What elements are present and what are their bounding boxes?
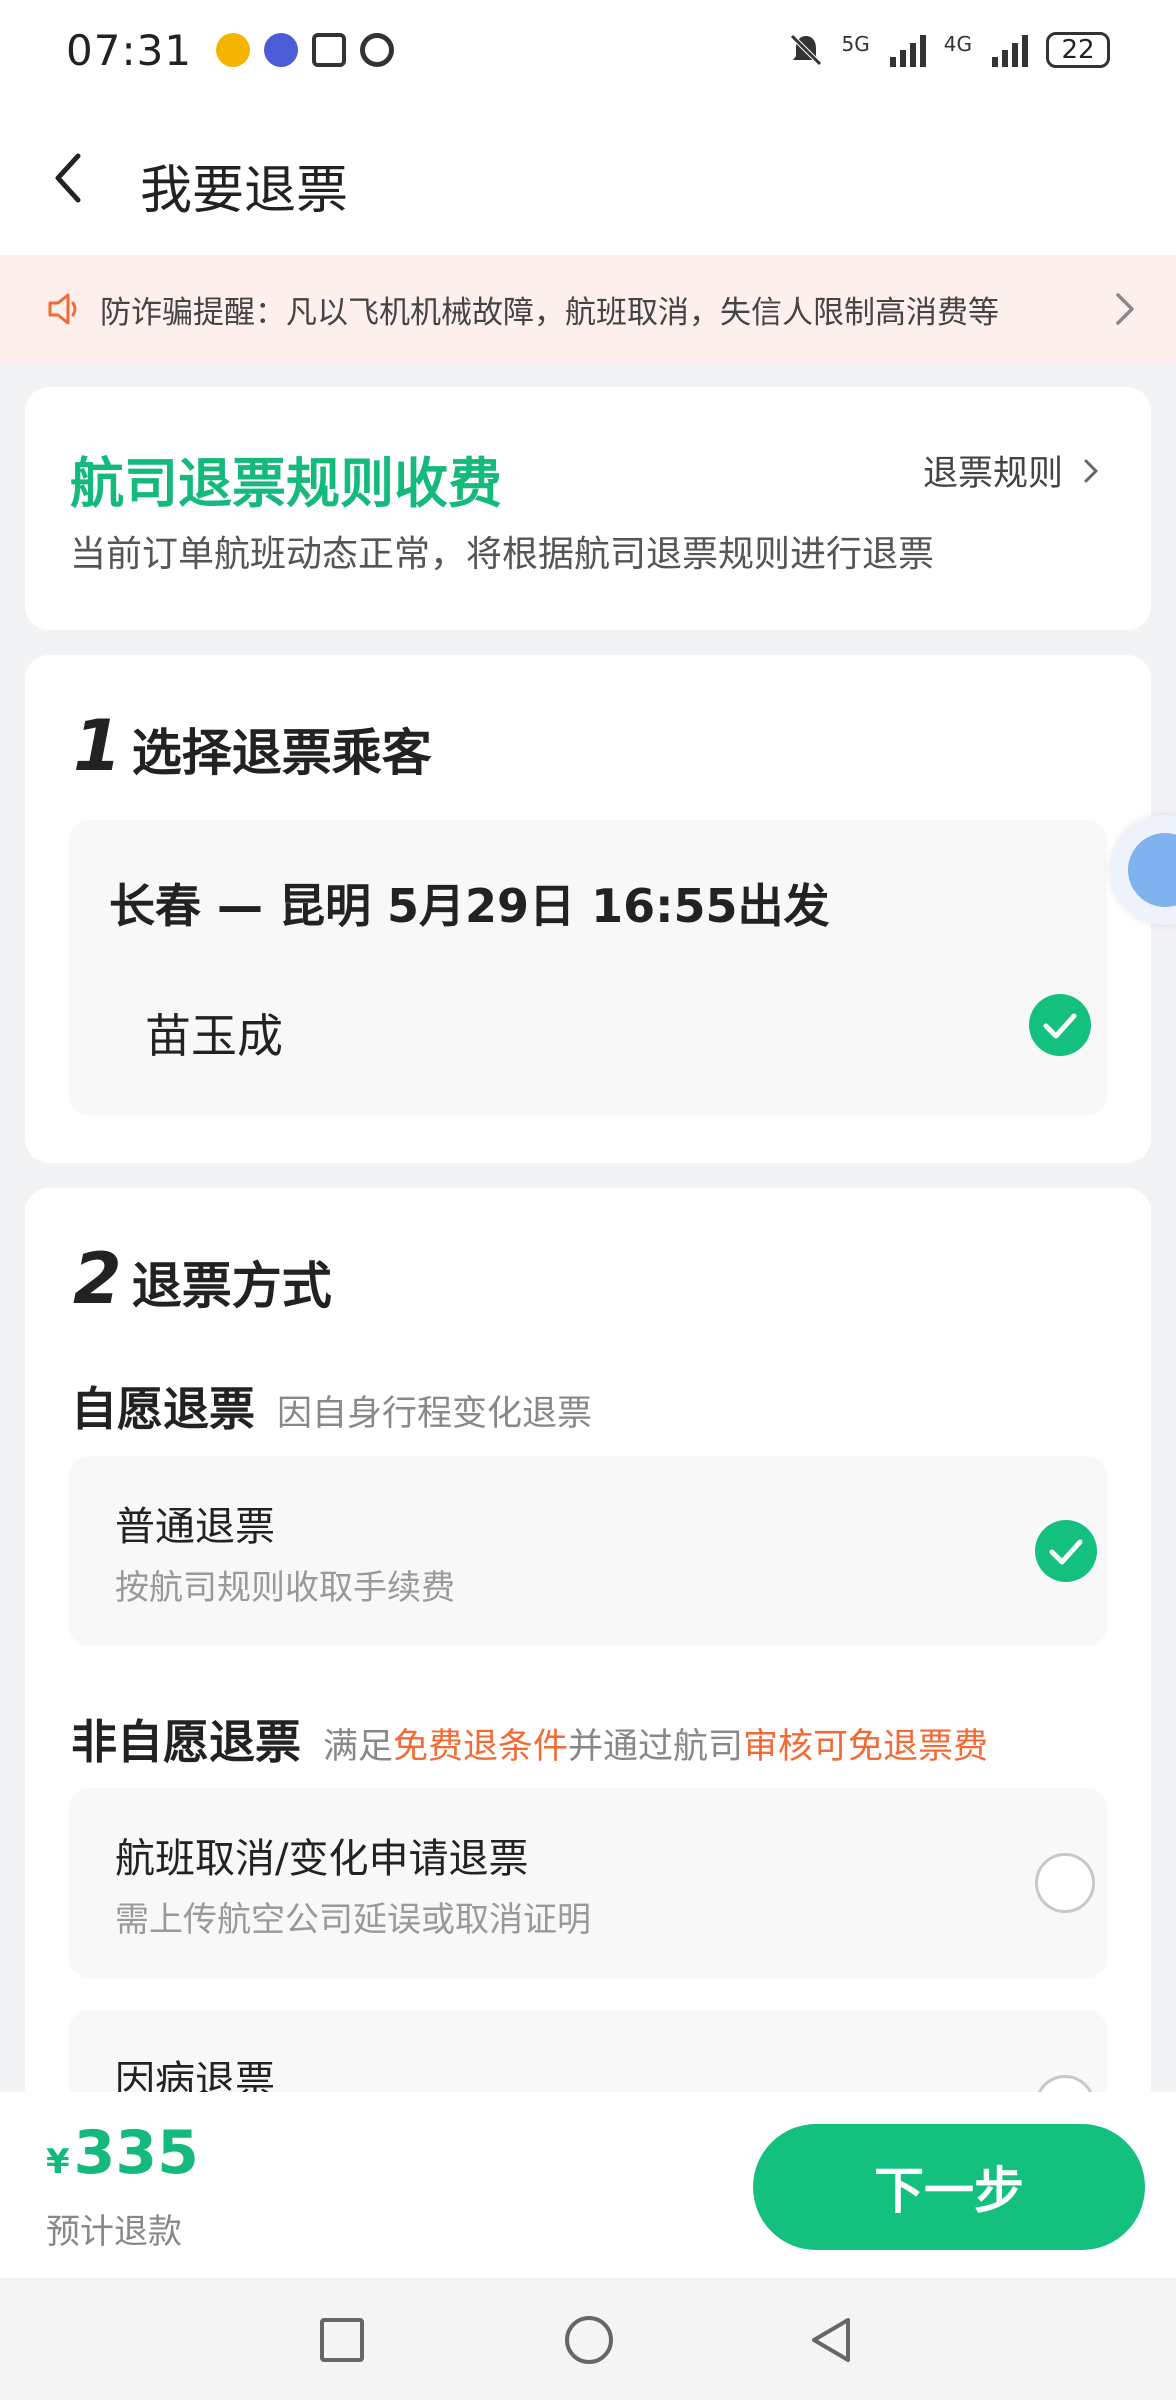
free-refund-conditions-link[interactable]: 免费退条件 bbox=[393, 1727, 568, 1767]
flight-cancel-radio[interactable] bbox=[1035, 1853, 1095, 1913]
option-flight-cancel-refund[interactable]: 航班取消/变化申请退票 需上传航空公司延误或取消证明 bbox=[69, 1788, 1107, 1978]
section-title-passenger: 1 选择退票乘客 bbox=[73, 705, 432, 787]
passenger-checkbox[interactable] bbox=[1029, 994, 1091, 1056]
notice-text: 防诈骗提醒：凡以飞机机械故障，航班取消，失信人限制高消费等 bbox=[100, 294, 999, 331]
section-title-text: 退票方式 bbox=[131, 1257, 332, 1315]
refund-rules-link[interactable]: 退票规则 bbox=[923, 445, 1101, 496]
normal-refund-radio[interactable] bbox=[1035, 1520, 1097, 1582]
option-normal-refund[interactable]: 普通退票 按航司规则收取手续费 bbox=[69, 1456, 1107, 1646]
check-icon bbox=[1043, 1013, 1077, 1039]
nfc-icon bbox=[312, 33, 347, 67]
signal2-icon bbox=[992, 33, 1028, 67]
passenger-name: 苗玉成 bbox=[145, 1009, 283, 1063]
option-title: 航班取消/变化申请退票 bbox=[115, 1836, 529, 1882]
speaker-icon bbox=[48, 293, 77, 325]
battery-icon: 22 bbox=[1046, 32, 1110, 68]
flight-info: 长春 — 昆明 5月29日 16:55出发 bbox=[109, 879, 830, 933]
home-icon[interactable] bbox=[565, 2316, 613, 2364]
passenger-section: 1 选择退票乘客 长春 — 昆明 5月29日 16:55出发 苗玉成 bbox=[25, 655, 1151, 1163]
passenger-row[interactable]: 长春 — 昆明 5月29日 16:55出发 苗玉成 bbox=[69, 820, 1107, 1115]
refund-amount-label: 预计退款 bbox=[46, 2212, 182, 2252]
chevron-right-icon bbox=[1084, 459, 1098, 482]
desc-part1: 满足 bbox=[323, 1727, 394, 1767]
signal2-label: 4G bbox=[943, 32, 972, 56]
recents-icon[interactable] bbox=[320, 2318, 364, 2362]
section-number: 1 bbox=[73, 705, 122, 787]
system-nav-bar bbox=[0, 2278, 1176, 2400]
status-right: 5G 4G 22 bbox=[788, 32, 1110, 68]
fraud-notice-banner[interactable]: 防诈骗提醒：凡以飞机机械故障，航班取消，失信人限制高消费等 bbox=[0, 255, 1176, 363]
estimated-refund-amount: ¥ 335 bbox=[46, 2118, 199, 2188]
header: 我要退票 bbox=[0, 100, 1176, 255]
voluntary-label-text: 自愿退票 bbox=[71, 1382, 255, 1436]
rule-description: 当前订单航班动态正常，将根据航司退票规则进行退票 bbox=[70, 534, 935, 575]
involuntary-label-text: 非自愿退票 bbox=[71, 1715, 301, 1769]
nav-back-icon[interactable] bbox=[808, 2314, 854, 2366]
next-step-button[interactable]: 下一步 bbox=[753, 2124, 1145, 2250]
airline-rule-card: 航司退票规则收费 退票规则 当前订单航班动态正常，将根据航司退票规则进行退票 bbox=[25, 387, 1151, 630]
battery-level: 22 bbox=[1061, 35, 1095, 65]
bottom-bar: ¥ 335 预计退款 下一步 bbox=[0, 2092, 1176, 2278]
weibo-icon bbox=[216, 33, 251, 67]
status-time: 07:31 bbox=[66, 25, 193, 75]
refund-amount: 335 bbox=[73, 2118, 199, 2188]
signal1-icon bbox=[889, 33, 926, 67]
voluntary-label: 自愿退票 因自身行程变化退票 bbox=[71, 1373, 592, 1439]
currency-symbol: ¥ bbox=[46, 2142, 70, 2182]
tieba-icon bbox=[264, 33, 299, 67]
check-icon bbox=[1049, 1539, 1083, 1565]
option-subtitle: 需上传航空公司延误或取消证明 bbox=[115, 1900, 591, 1940]
section-title-method: 2 退票方式 bbox=[73, 1238, 332, 1320]
option-subtitle: 按航司规则收取手续费 bbox=[115, 1568, 455, 1608]
refund-rules-label: 退票规则 bbox=[922, 454, 1063, 494]
mute-bell-icon bbox=[789, 34, 822, 66]
rule-title: 航司退票规则收费 bbox=[70, 452, 502, 515]
involuntary-label: 非自愿退票 满足免费退条件并通过航司审核可免退票费 bbox=[71, 1706, 988, 1772]
notification-icons bbox=[216, 33, 395, 67]
fee-waiver-highlight: 审核可免退票费 bbox=[743, 1727, 989, 1767]
section-number: 2 bbox=[73, 1238, 122, 1320]
section-title-text: 选择退票乘客 bbox=[131, 724, 432, 782]
back-arrow-icon[interactable] bbox=[44, 152, 96, 204]
alarm-icon bbox=[360, 33, 395, 67]
chevron-right-icon bbox=[1116, 293, 1134, 325]
voluntary-description: 因自身行程变化退票 bbox=[277, 1394, 593, 1434]
status-bar: 07:31 5G 4G 22 bbox=[0, 0, 1176, 100]
signal1-label: 5G bbox=[841, 32, 870, 56]
page-title: 我要退票 bbox=[140, 161, 349, 221]
option-title: 普通退票 bbox=[115, 1504, 275, 1550]
desc-part2: 并通过航司 bbox=[568, 1727, 744, 1767]
assist-ball-icon bbox=[1128, 833, 1176, 907]
involuntary-description: 满足免费退条件并通过航司审核可免退票费 bbox=[323, 1727, 988, 1767]
refund-page: 07:31 5G 4G 22 我要退票 防诈骗提醒：凡以飞机机械故障，航班取消，… bbox=[0, 0, 1176, 2400]
